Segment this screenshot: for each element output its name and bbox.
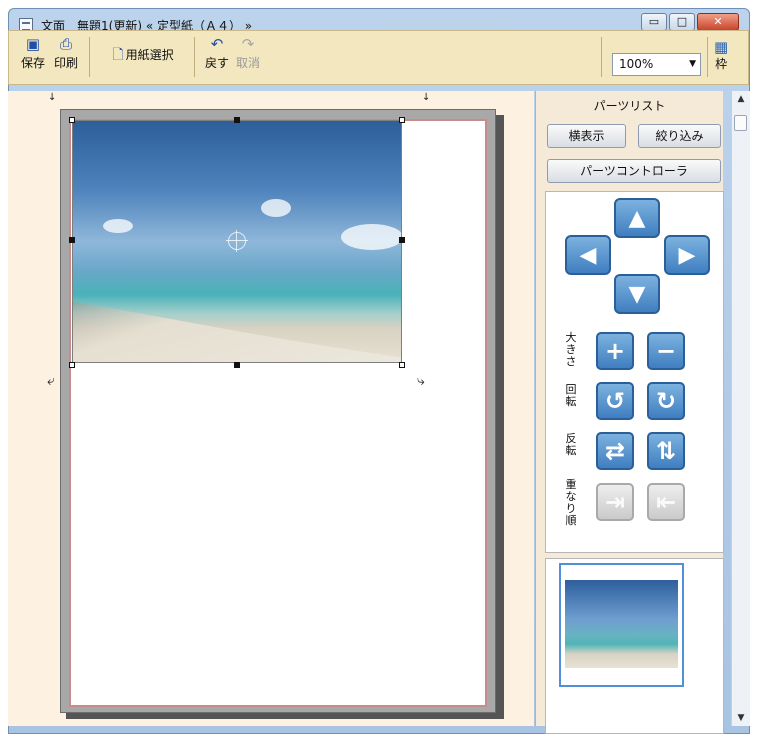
plus-icon: + [604, 337, 626, 365]
flip-horizontal-button[interactable]: ⇄ [596, 432, 634, 470]
move-right-button[interactable]: ▶ [664, 235, 710, 275]
scroll-up-icon[interactable]: ▲ [732, 91, 750, 107]
print-button[interactable]: ⎙ 印刷 [50, 35, 82, 71]
printer-icon: ⎙ [59, 35, 72, 53]
rotate-left-icon: ↺ [604, 387, 626, 415]
floppy-disk-icon: ▣ [25, 35, 41, 53]
resize-handle[interactable] [399, 237, 405, 243]
toolbar-divider [601, 37, 602, 77]
undo-arrow-icon: ↶ [210, 35, 224, 53]
undo-button[interactable]: ↶ 戻す [202, 35, 232, 71]
chevron-down-icon: ▼ [689, 59, 696, 69]
move-left-button[interactable]: ◀ [565, 235, 611, 275]
parts-thumbnail-list [545, 558, 724, 734]
parts-controller: ▲ ◀ ▶ ▼ 大きさ + − 回転 ↺ ↻ 反転 ⇄ ⇅ 重なり順 ⇥ ⇤ [545, 191, 724, 553]
rotate-right-icon: ↻ [655, 387, 677, 415]
scroll-thumb[interactable] [734, 115, 747, 131]
send-backward-button[interactable]: ⇤ [647, 483, 685, 521]
shrink-button[interactable]: − [647, 332, 685, 370]
size-label: 大きさ [565, 331, 577, 368]
arrow-up-icon: ▲ [628, 206, 646, 231]
cloud-shape [261, 199, 291, 217]
bring-forward-icon: ⇥ [604, 488, 626, 516]
maximize-button[interactable]: □ [669, 13, 695, 31]
resize-handle[interactable] [69, 362, 75, 368]
move-up-button[interactable]: ▲ [614, 198, 660, 238]
resize-handle[interactable] [234, 362, 240, 368]
toolbar-divider [707, 37, 708, 77]
redo-arrow-icon: ↷ [241, 35, 255, 53]
cloud-shape [341, 224, 401, 250]
cloud-shape [103, 219, 133, 233]
rotate-left-handle-icon[interactable]: ⤶ [47, 373, 55, 389]
flip-vertical-icon: ⇅ [655, 437, 677, 465]
undo-label: 戻す [204, 56, 229, 70]
thumbnail-image [565, 580, 678, 668]
order-label: 重なり順 [565, 478, 577, 527]
parts-controller-button[interactable]: パーツコントローラ [547, 159, 721, 183]
rotate-right-handle-icon[interactable]: ⤷ [417, 373, 425, 389]
rotate-label: 回転 [565, 383, 577, 408]
bring-forward-button[interactable]: ⇥ [596, 483, 634, 521]
parts-list-title: パーツリスト [593, 99, 666, 113]
paper-select-button[interactable]: 🗋 用紙選択 [97, 46, 189, 64]
flip-label: 反転 [565, 432, 577, 457]
minimize-button[interactable]: ▭ [641, 13, 667, 31]
beach-shore [73, 301, 401, 362]
rotate-left-button[interactable]: ↺ [596, 382, 634, 420]
vertical-scrollbar[interactable]: ▲ ▼ [731, 91, 750, 726]
enlarge-button[interactable]: + [596, 332, 634, 370]
redo-button[interactable]: ↷ 取消 [233, 35, 263, 71]
paper-select-label: 用紙選択 [125, 48, 174, 62]
print-label: 印刷 [53, 56, 78, 70]
arrow-right-icon: ▶ [678, 243, 696, 268]
resize-handle[interactable] [69, 237, 75, 243]
resize-handle[interactable] [69, 117, 75, 123]
save-label: 保存 [20, 56, 45, 70]
flip-horizontal-icon: ⇄ [604, 437, 626, 465]
document-icon: 🗋 [112, 47, 124, 63]
frame-icon: ▦ [714, 38, 729, 56]
margin-marker-icon: ↓ [422, 92, 431, 103]
save-button[interactable]: ▣ 保存 [18, 35, 48, 71]
move-down-button[interactable]: ▼ [614, 274, 660, 314]
toolbar-divider [89, 37, 90, 77]
resize-handle[interactable] [234, 117, 240, 123]
frame-button[interactable]: ▦ 枠 [714, 39, 728, 72]
canvas-area[interactable]: ⤶ ⤷ ↓ ↓ [8, 91, 534, 726]
filter-button[interactable]: 絞り込み [638, 124, 721, 148]
selected-photo[interactable] [72, 120, 402, 363]
send-backward-icon: ⇤ [655, 488, 677, 516]
minus-icon: − [655, 337, 677, 365]
close-button[interactable]: ✕ [697, 13, 739, 31]
photo-thumbnail[interactable] [559, 563, 684, 687]
horizontal-view-button[interactable]: 横表示 [547, 124, 626, 148]
redo-label: 取消 [235, 56, 260, 70]
toolbar-divider [194, 37, 195, 77]
frame-label: 枠 [715, 57, 728, 71]
center-crosshair-icon [226, 230, 248, 252]
zoom-value: 100% [619, 57, 654, 71]
rotate-right-button[interactable]: ↻ [647, 382, 685, 420]
resize-handle[interactable] [399, 117, 405, 123]
scroll-down-icon[interactable]: ▼ [732, 710, 750, 726]
arrow-left-icon: ◀ [579, 243, 597, 268]
zoom-select[interactable]: 100% ▼ [612, 53, 701, 76]
arrow-down-icon: ▼ [628, 282, 646, 307]
toolbar: ▣ 保存 ⎙ 印刷 🗋 用紙選択 ↶ 戻す ↷ 取消 100% ▼ ▦ 枠 [8, 30, 749, 85]
margin-marker-icon: ↓ [48, 92, 57, 103]
resize-handle[interactable] [399, 362, 405, 368]
flip-vertical-button[interactable]: ⇅ [647, 432, 685, 470]
